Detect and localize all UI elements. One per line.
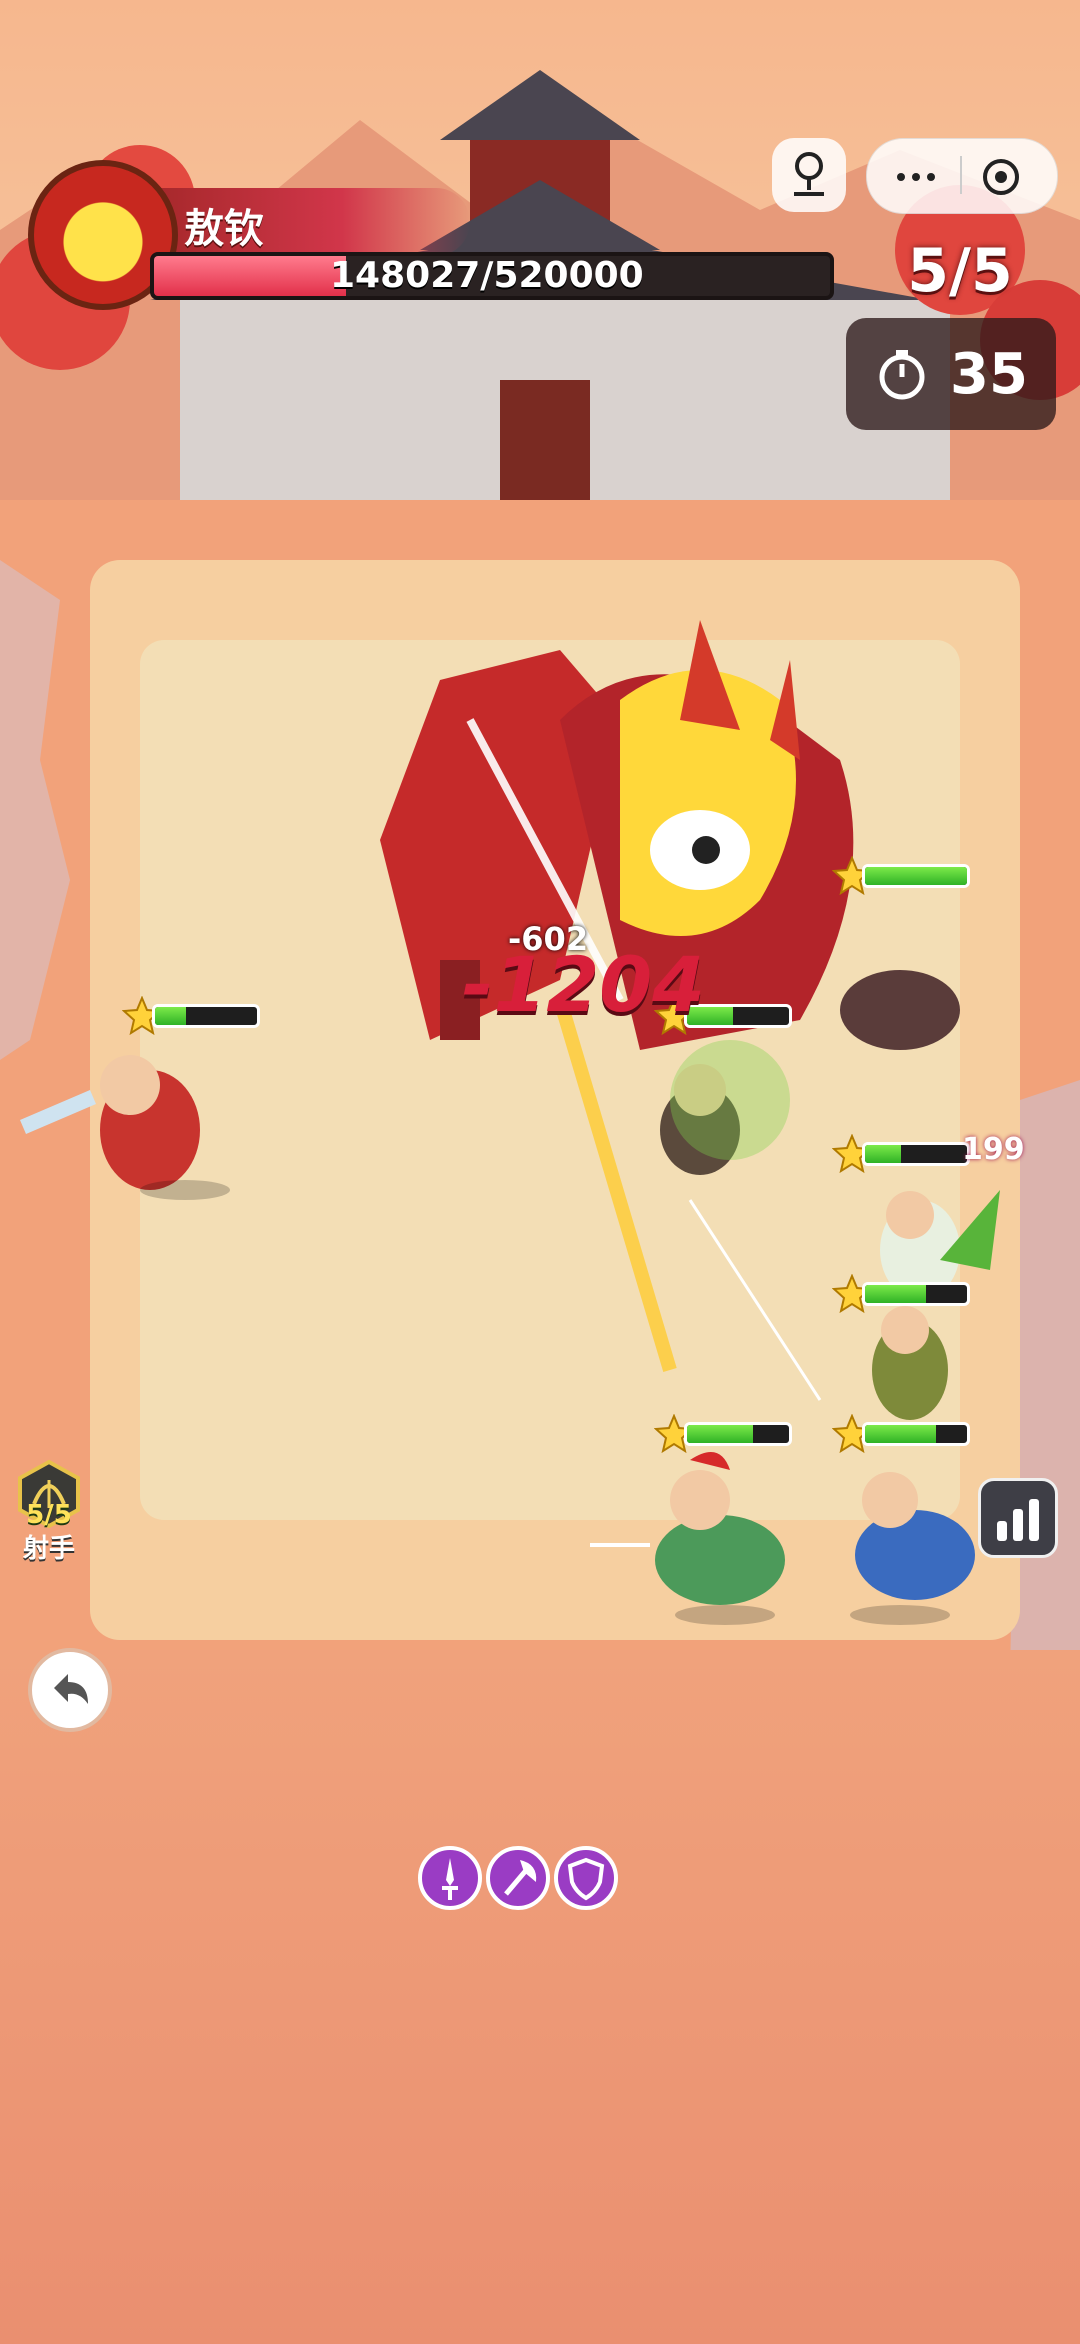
right-mage-hp	[832, 1274, 972, 1314]
boss-unit-hp	[832, 856, 972, 896]
sword-skill-icon	[442, 1858, 458, 1900]
skill-button-axe[interactable]	[486, 1846, 550, 1910]
boss-hp-fill	[154, 256, 347, 296]
guan-archer-unit	[590, 1452, 785, 1625]
more-dots-icon[interactable]	[881, 159, 951, 195]
class-name: 射手	[22, 1534, 75, 1564]
joystick-icon	[794, 152, 824, 196]
target-close-icon[interactable]	[979, 155, 1023, 199]
guan-archer-hp	[654, 1414, 794, 1454]
green-archer-hp	[832, 1414, 972, 1454]
axe-skill-icon	[504, 1860, 537, 1896]
boss-hp-text: 148027/520000	[330, 255, 644, 296]
blue-archer-unit	[850, 1472, 975, 1625]
left-warrior-hp	[122, 996, 262, 1036]
back-arrow-icon	[54, 1674, 88, 1704]
left-warrior-unit	[20, 1055, 230, 1200]
mini-program-capsule	[866, 138, 1058, 214]
capsule-divider	[960, 156, 962, 194]
mid-archer-hp	[832, 1134, 972, 1174]
class-count: 5/5	[26, 1500, 72, 1530]
stats-button[interactable]	[978, 1478, 1058, 1558]
stopwatch-icon	[879, 350, 925, 400]
timer-text: 35	[950, 342, 1028, 407]
boar-unit	[840, 970, 960, 1050]
bar-chart-icon	[997, 1499, 1039, 1541]
green-archer-unit	[872, 1306, 948, 1420]
damage-number-small: -602	[508, 920, 589, 958]
boss-name: 敖钦	[184, 206, 264, 252]
skill-button-sword[interactable]	[418, 1846, 482, 1910]
multiplayer-button[interactable]	[772, 138, 846, 212]
back-button[interactable]	[28, 1648, 112, 1732]
skill-button-shield[interactable]	[554, 1846, 618, 1910]
wave-counter: 5/5	[907, 236, 1013, 306]
damage-number-side: 199	[962, 1132, 1025, 1167]
shield-skill-icon	[567, 1857, 605, 1901]
